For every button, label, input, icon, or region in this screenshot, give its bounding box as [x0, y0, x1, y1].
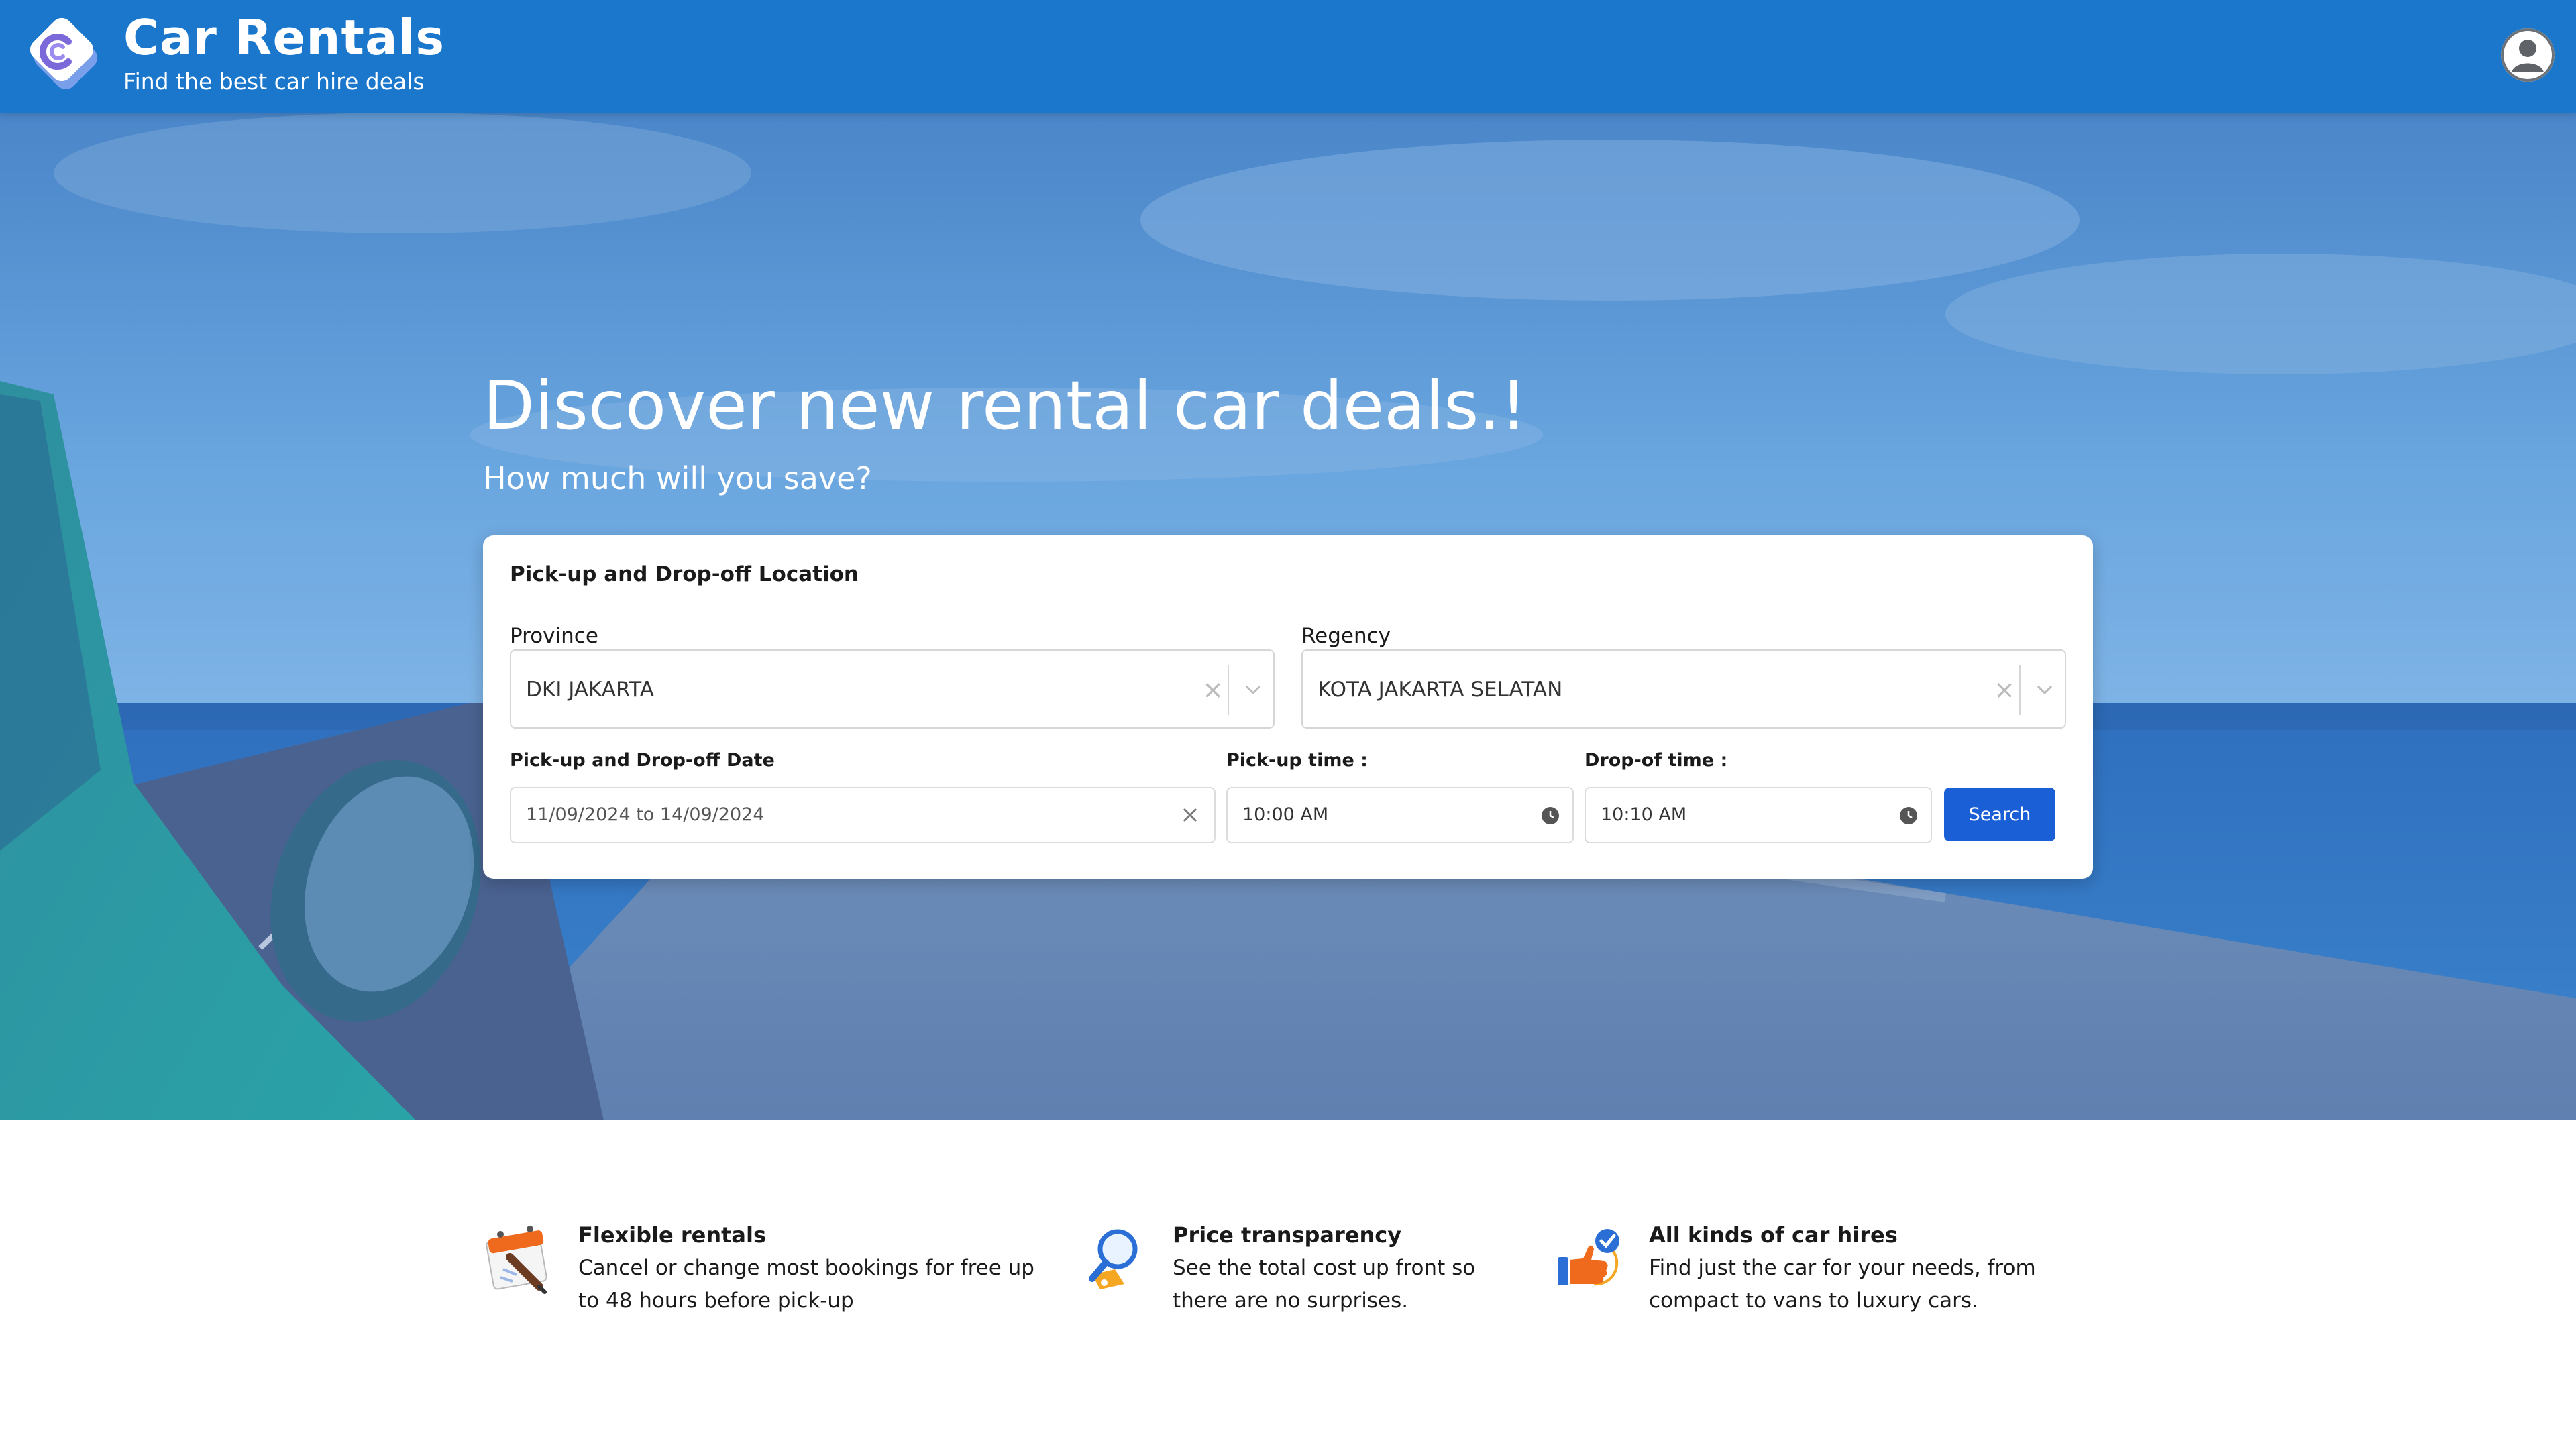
province-select[interactable]: DKI JAKARTA × — [510, 649, 1275, 729]
feature-desc-line: there are no surprises. — [1173, 1289, 1409, 1313]
hero-subtitle: How much will you save? — [483, 460, 872, 496]
app-subtitle: Find the best car hire deals — [123, 68, 425, 95]
pickup-time-label: Pick-up time : — [1226, 750, 1368, 771]
location-heading: Pick-up and Drop-off Location — [510, 562, 859, 586]
feature-flexible-rentals: Flexible rentals Cancel or change most b… — [483, 1222, 1060, 1356]
feature-price-transparency: Price transparency See the total cost up… — [1077, 1222, 1560, 1356]
regency-select[interactable]: KOTA JAKARTA SELATAN × — [1301, 649, 2066, 729]
chevron-down-icon[interactable] — [2030, 675, 2059, 704]
dropoff-time-value: 10:10 AM — [1601, 804, 1687, 825]
select-divider — [2019, 665, 2021, 715]
dropoff-time-input[interactable]: 10:10 AM — [1585, 787, 1932, 843]
hero-banner: Discover new rental car deals.! How much… — [0, 113, 2576, 1120]
feature-all-kinds: All kinds of car hires Find just the car… — [1554, 1222, 2104, 1356]
province-label: Province — [510, 624, 598, 648]
pickup-time-input[interactable]: 10:00 AM — [1226, 787, 1574, 843]
clear-icon[interactable]: × — [1199, 676, 1226, 703]
search-button[interactable]: Search — [1944, 788, 2055, 841]
feature-desc-line: compact to vans to luxury cars. — [1649, 1289, 1978, 1313]
regency-label: Regency — [1301, 624, 1391, 648]
pickup-time-value: 10:00 AM — [1242, 804, 1329, 825]
clock-icon[interactable] — [1540, 806, 1560, 826]
user-avatar-icon[interactable] — [2501, 28, 2555, 82]
calendar-pen-icon — [486, 1226, 547, 1294]
close-icon[interactable] — [1175, 800, 1205, 830]
features-section: Flexible rentals Cancel or change most b… — [0, 1120, 2576, 1449]
dropoff-time-label: Drop-of time : — [1585, 750, 1728, 771]
date-range-input[interactable]: 11/09/2024 to 14/09/2024 — [510, 787, 1216, 843]
province-value: DKI JAKARTA — [526, 678, 655, 702]
car-rentals-logo[interactable] — [20, 12, 109, 101]
date-label: Pick-up and Drop-off Date — [510, 750, 775, 771]
feature-title: Flexible rentals — [578, 1222, 767, 1248]
feature-title: Price transparency — [1173, 1222, 1402, 1248]
feature-desc-line: to 48 hours before pick-up — [578, 1289, 854, 1313]
search-card: Pick-up and Drop-off Location Province D… — [483, 535, 2093, 879]
date-range-value: 11/09/2024 to 14/09/2024 — [526, 804, 765, 825]
app-header: Car Rentals Find the best car hire deals — [0, 0, 2576, 113]
feature-description: Find just the car for your needs, from c… — [1649, 1252, 2036, 1318]
clear-icon[interactable]: × — [1991, 676, 2018, 703]
hero-title: Discover new rental car deals.! — [483, 366, 1527, 445]
feature-desc-line: Cancel or change most bookings for free … — [578, 1256, 1034, 1280]
clock-icon[interactable] — [1898, 806, 1919, 826]
regency-value: KOTA JAKARTA SELATAN — [1318, 678, 1563, 702]
select-divider — [1228, 665, 1229, 715]
feature-desc-line: Find just the car for your needs, from — [1649, 1256, 2036, 1280]
magnifier-tag-icon — [1089, 1229, 1138, 1289]
feature-title: All kinds of car hires — [1649, 1222, 1898, 1248]
thumbs-up-check-icon — [1558, 1229, 1619, 1286]
feature-description: Cancel or change most bookings for free … — [578, 1252, 1034, 1318]
app-title: Car Rentals — [123, 9, 445, 66]
feature-desc-line: See the total cost up front so — [1173, 1256, 1476, 1280]
feature-description: See the total cost up front so there are… — [1173, 1252, 1475, 1318]
chevron-down-icon[interactable] — [1238, 675, 1268, 704]
